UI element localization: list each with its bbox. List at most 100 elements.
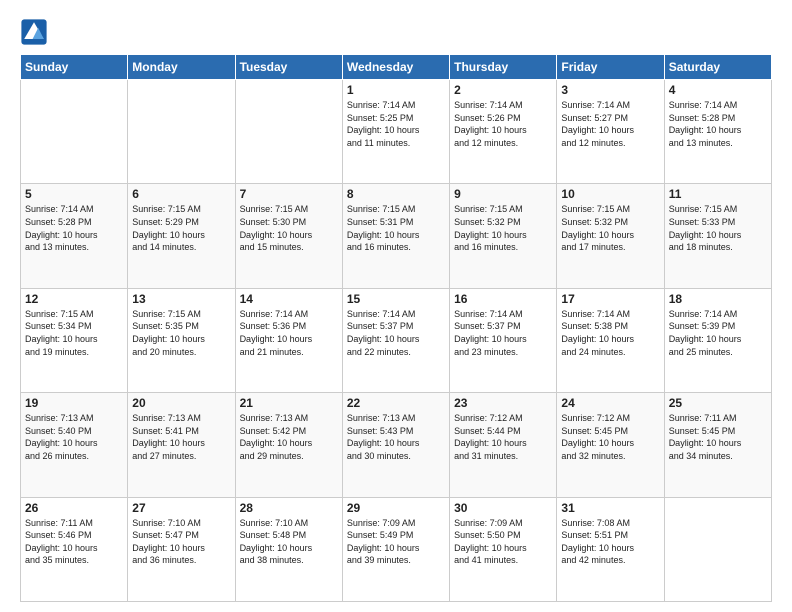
calendar-cell: 18 Sunrise: 7:14 AM Sunset: 5:39 PM Dayli… <box>664 288 771 392</box>
calendar-cell: 16 Sunrise: 7:14 AM Sunset: 5:37 PM Dayli… <box>450 288 557 392</box>
calendar-cell: 11 Sunrise: 7:15 AM Sunset: 5:33 PM Dayli… <box>664 184 771 288</box>
day-info: Sunrise: 7:10 AM Sunset: 5:47 PM Dayligh… <box>132 517 230 567</box>
calendar-cell: 1 Sunrise: 7:14 AM Sunset: 5:25 PM Daylig… <box>342 80 449 184</box>
calendar-cell: 26 Sunrise: 7:11 AM Sunset: 5:46 PM Dayli… <box>21 497 128 601</box>
day-number: 28 <box>240 501 338 515</box>
day-info: Sunrise: 7:14 AM Sunset: 5:28 PM Dayligh… <box>25 203 123 253</box>
weekday-header: Wednesday <box>342 55 449 80</box>
weekday-header: Saturday <box>664 55 771 80</box>
day-number: 23 <box>454 396 552 410</box>
calendar-cell: 4Sunrise: 7:14 AM Sunset: 5:28 PM Daylig… <box>664 80 771 184</box>
day-info: Sunrise: 7:14 AM Sunset: 5:37 PM Dayligh… <box>454 308 552 358</box>
day-number: 14 <box>240 292 338 306</box>
weekday-header: Sunday <box>21 55 128 80</box>
calendar-cell: 17Sunrise: 7:14 AM Sunset: 5:38 PM Dayli… <box>557 288 664 392</box>
day-number: 25 <box>669 396 767 410</box>
calendar-cell <box>21 80 128 184</box>
day-number: 18 <box>669 292 767 306</box>
day-info: Sunrise: 7:09 AM Sunset: 5:50 PM Dayligh… <box>454 517 552 567</box>
day-number: 19 <box>25 396 123 410</box>
day-info: Sunrise: 7:11 AM Sunset: 5:45 PM Dayligh… <box>669 412 767 462</box>
day-number: 27 <box>132 501 230 515</box>
day-number: 1 <box>347 83 445 97</box>
calendar-cell: 8 Sunrise: 7:15 AM Sunset: 5:31 PM Daylig… <box>342 184 449 288</box>
day-info: Sunrise: 7:15 AM Sunset: 5:29 PM Dayligh… <box>132 203 230 253</box>
calendar-week-row: 19 Sunrise: 7:13 AM Sunset: 5:40 PM Dayli… <box>21 393 772 497</box>
calendar-week-row: 1 Sunrise: 7:14 AM Sunset: 5:25 PM Daylig… <box>21 80 772 184</box>
calendar-cell: 13Sunrise: 7:15 AM Sunset: 5:35 PM Dayli… <box>128 288 235 392</box>
day-info: Sunrise: 7:13 AM Sunset: 5:43 PM Dayligh… <box>347 412 445 462</box>
calendar-cell: 29 Sunrise: 7:09 AM Sunset: 5:49 PM Dayli… <box>342 497 449 601</box>
day-number: 29 <box>347 501 445 515</box>
day-info: Sunrise: 7:14 AM Sunset: 5:27 PM Dayligh… <box>561 99 659 149</box>
calendar-cell: 31 Sunrise: 7:08 AM Sunset: 5:51 PM Dayli… <box>557 497 664 601</box>
day-info: Sunrise: 7:14 AM Sunset: 5:37 PM Dayligh… <box>347 308 445 358</box>
day-info: Sunrise: 7:15 AM Sunset: 5:30 PM Dayligh… <box>240 203 338 253</box>
day-info: Sunrise: 7:13 AM Sunset: 5:41 PM Dayligh… <box>132 412 230 462</box>
day-info: Sunrise: 7:15 AM Sunset: 5:32 PM Dayligh… <box>561 203 659 253</box>
day-info: Sunrise: 7:14 AM Sunset: 5:26 PM Dayligh… <box>454 99 552 149</box>
day-info: Sunrise: 7:12 AM Sunset: 5:45 PM Dayligh… <box>561 412 659 462</box>
day-number: 21 <box>240 396 338 410</box>
day-number: 5 <box>25 187 123 201</box>
day-number: 16 <box>454 292 552 306</box>
calendar-cell: 23 Sunrise: 7:12 AM Sunset: 5:44 PM Dayli… <box>450 393 557 497</box>
calendar-cell <box>664 497 771 601</box>
day-info: Sunrise: 7:12 AM Sunset: 5:44 PM Dayligh… <box>454 412 552 462</box>
weekday-header: Tuesday <box>235 55 342 80</box>
day-number: 10 <box>561 187 659 201</box>
day-number: 9 <box>454 187 552 201</box>
weekday-header-row: SundayMondayTuesdayWednesdayThursdayFrid… <box>21 55 772 80</box>
day-info: Sunrise: 7:13 AM Sunset: 5:40 PM Dayligh… <box>25 412 123 462</box>
calendar-cell: 24 Sunrise: 7:12 AM Sunset: 5:45 PM Dayli… <box>557 393 664 497</box>
day-info: Sunrise: 7:14 AM Sunset: 5:25 PM Dayligh… <box>347 99 445 149</box>
calendar-cell <box>128 80 235 184</box>
day-number: 22 <box>347 396 445 410</box>
day-number: 11 <box>669 187 767 201</box>
day-number: 24 <box>561 396 659 410</box>
calendar-cell: 6Sunrise: 7:15 AM Sunset: 5:29 PM Daylig… <box>128 184 235 288</box>
day-info: Sunrise: 7:15 AM Sunset: 5:32 PM Dayligh… <box>454 203 552 253</box>
day-number: 15 <box>347 292 445 306</box>
day-number: 26 <box>25 501 123 515</box>
calendar-cell: 12Sunrise: 7:15 AM Sunset: 5:34 PM Dayli… <box>21 288 128 392</box>
calendar-cell: 25 Sunrise: 7:11 AM Sunset: 5:45 PM Dayli… <box>664 393 771 497</box>
day-number: 4 <box>669 83 767 97</box>
calendar-cell: 28 Sunrise: 7:10 AM Sunset: 5:48 PM Dayli… <box>235 497 342 601</box>
day-info: Sunrise: 7:10 AM Sunset: 5:48 PM Dayligh… <box>240 517 338 567</box>
calendar-cell: 7 Sunrise: 7:15 AM Sunset: 5:30 PM Daylig… <box>235 184 342 288</box>
day-info: Sunrise: 7:14 AM Sunset: 5:38 PM Dayligh… <box>561 308 659 358</box>
day-number: 8 <box>347 187 445 201</box>
calendar-table: SundayMondayTuesdayWednesdayThursdayFrid… <box>20 54 772 602</box>
calendar-cell: 2 Sunrise: 7:14 AM Sunset: 5:26 PM Daylig… <box>450 80 557 184</box>
calendar-week-row: 12Sunrise: 7:15 AM Sunset: 5:34 PM Dayli… <box>21 288 772 392</box>
header <box>20 18 772 46</box>
day-number: 12 <box>25 292 123 306</box>
calendar-cell: 30Sunrise: 7:09 AM Sunset: 5:50 PM Dayli… <box>450 497 557 601</box>
day-info: Sunrise: 7:11 AM Sunset: 5:46 PM Dayligh… <box>25 517 123 567</box>
logo-icon <box>20 18 48 46</box>
page: SundayMondayTuesdayWednesdayThursdayFrid… <box>0 0 792 612</box>
day-info: Sunrise: 7:15 AM Sunset: 5:35 PM Dayligh… <box>132 308 230 358</box>
day-info: Sunrise: 7:14 AM Sunset: 5:39 PM Dayligh… <box>669 308 767 358</box>
calendar-cell: 14 Sunrise: 7:14 AM Sunset: 5:36 PM Dayli… <box>235 288 342 392</box>
day-number: 7 <box>240 187 338 201</box>
day-number: 20 <box>132 396 230 410</box>
day-info: Sunrise: 7:08 AM Sunset: 5:51 PM Dayligh… <box>561 517 659 567</box>
calendar-cell: 19 Sunrise: 7:13 AM Sunset: 5:40 PM Dayli… <box>21 393 128 497</box>
day-info: Sunrise: 7:14 AM Sunset: 5:36 PM Dayligh… <box>240 308 338 358</box>
day-number: 3 <box>561 83 659 97</box>
day-info: Sunrise: 7:09 AM Sunset: 5:49 PM Dayligh… <box>347 517 445 567</box>
calendar-cell: 9 Sunrise: 7:15 AM Sunset: 5:32 PM Daylig… <box>450 184 557 288</box>
calendar-cell: 10 Sunrise: 7:15 AM Sunset: 5:32 PM Dayli… <box>557 184 664 288</box>
day-info: Sunrise: 7:13 AM Sunset: 5:42 PM Dayligh… <box>240 412 338 462</box>
day-number: 31 <box>561 501 659 515</box>
calendar-cell: 27 Sunrise: 7:10 AM Sunset: 5:47 PM Dayli… <box>128 497 235 601</box>
day-info: Sunrise: 7:15 AM Sunset: 5:31 PM Dayligh… <box>347 203 445 253</box>
calendar-cell <box>235 80 342 184</box>
day-info: Sunrise: 7:15 AM Sunset: 5:33 PM Dayligh… <box>669 203 767 253</box>
calendar-cell: 5 Sunrise: 7:14 AM Sunset: 5:28 PM Daylig… <box>21 184 128 288</box>
day-number: 2 <box>454 83 552 97</box>
weekday-header: Monday <box>128 55 235 80</box>
calendar-cell: 15 Sunrise: 7:14 AM Sunset: 5:37 PM Dayli… <box>342 288 449 392</box>
